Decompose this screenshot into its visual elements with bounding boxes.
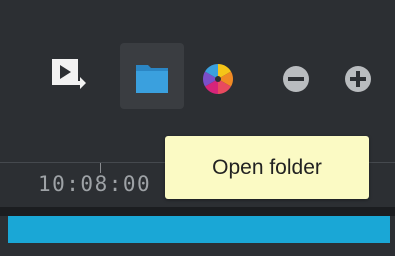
timeline-clip[interactable]: [8, 216, 390, 243]
zoom-out-button[interactable]: [270, 43, 334, 109]
zoom-out-icon: [283, 66, 309, 92]
export-video-icon: [52, 59, 86, 89]
timecode-label: 10:08:00: [38, 172, 152, 196]
zoom-in-icon: [345, 66, 371, 92]
export-button[interactable]: [40, 43, 104, 109]
zoom-in-button[interactable]: [330, 43, 394, 109]
color-wheel-icon: [202, 63, 234, 94]
folder-icon: [136, 65, 168, 93]
track-header: [0, 207, 395, 216]
tooltip-text: Open folder: [212, 156, 322, 179]
color-button[interactable]: [190, 43, 254, 109]
open-folder-button[interactable]: [120, 43, 184, 109]
tooltip: Open folder: [165, 136, 369, 199]
track-footer: [0, 243, 395, 256]
